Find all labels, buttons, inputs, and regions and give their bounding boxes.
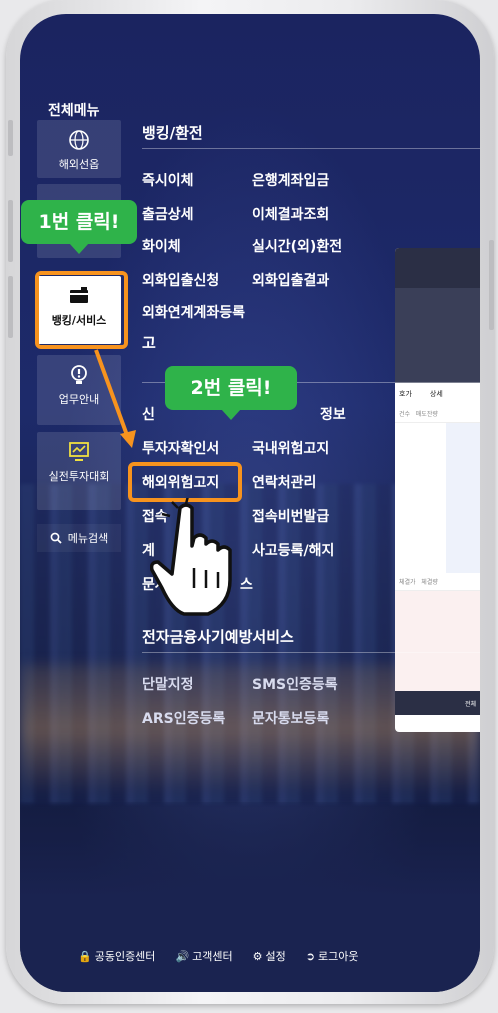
preview-tabs: 호가 상세 (395, 383, 480, 405)
preview-tab-quote: 호가 (399, 390, 412, 398)
home-indicator (200, 996, 300, 1000)
preview-header (395, 248, 480, 288)
preview-tab-detail: 상세 (429, 390, 443, 398)
preview-row: 건수 매도잔량 (395, 405, 480, 423)
customer-center-button[interactable]: 🔊 고객센터 (175, 948, 232, 964)
logout-button[interactable]: ➲ 로그아웃 (306, 948, 359, 964)
menu-item-service[interactable]: 스 (240, 574, 253, 594)
globe-icon (69, 130, 89, 150)
callout-step1: 1번 클릭! (21, 200, 137, 254)
customer-center-label: 고객센터 (192, 950, 233, 963)
preview-table-2 (395, 591, 480, 691)
volume-down-button (8, 276, 13, 338)
category-label: 업무안내 (58, 393, 100, 406)
menu-item-sms-notice[interactable]: 문자통보등록 (252, 708, 329, 728)
menu-item-realtime-exchange[interactable]: 실시간(외)환전 (252, 236, 342, 256)
menu-item-info[interactable]: 정보 (320, 404, 346, 424)
lock-icon: 🔒 (78, 950, 92, 963)
menu-item-ars-auth[interactable]: ARS인증등록 (142, 708, 225, 728)
menu-item-access-password[interactable]: 접속비번발급 (252, 506, 329, 526)
section-title-fraud-prevention: 전자금융사기예방서비스 (142, 628, 294, 646)
menu-search-button[interactable]: 메뉴검색 (37, 524, 121, 552)
menu-search-label: 메뉴검색 (67, 532, 109, 545)
pointer-hand-icon (150, 498, 232, 616)
logout-icon: ➲ (305, 950, 315, 963)
highlight-banking-service (35, 271, 128, 349)
category-label: 해외선옵 (58, 158, 100, 171)
section-title-banking: 뱅킹/환전 (142, 124, 203, 142)
search-icon (50, 532, 62, 544)
volume-up-button (8, 200, 13, 262)
logout-label: 로그아웃 (317, 950, 359, 963)
app-screen: 호가 상세 건수 매도잔량 체결가 체결량 전체 전체메뉴 해외선옵 뱅킹/서비… (20, 14, 480, 992)
preview-footer-btn: 전체 (464, 701, 476, 708)
gear-icon: ⚙ (252, 950, 263, 963)
menu-item-bank-deposit[interactable]: 은행계좌입금 (252, 170, 329, 190)
category-label: 실전투자대회 (48, 470, 110, 483)
menu-title: 전체메뉴 (48, 103, 100, 119)
menu-item-fx-inout-request[interactable]: 외화입출신청 (142, 270, 219, 290)
menu-item-fx-transfer[interactable]: 화이체 (142, 236, 181, 256)
preview-row: 체결가 체결량 (395, 573, 480, 591)
preview-cell: 매도잔량 (415, 411, 438, 418)
preview-panel (395, 288, 480, 383)
preview-cell: 체결가 (399, 579, 416, 586)
category-trading-contest[interactable]: 실전투자대회 (37, 432, 121, 510)
menu-item-sms-auth[interactable]: SMS인증등록 (252, 674, 338, 694)
divider (142, 148, 480, 149)
menu-item-accident-register[interactable]: 사고등록/해지 (252, 540, 334, 560)
menu-item-domestic-risk-notice[interactable]: 국내위험고지 (252, 438, 329, 458)
divider (142, 652, 480, 653)
lightbulb-icon (71, 365, 87, 384)
menu-item-device-designate[interactable]: 단말지정 (142, 674, 194, 694)
category-overseas-futures[interactable]: 해외선옵 (37, 120, 121, 178)
mute-switch (8, 120, 13, 156)
menu-item-investor-confirm[interactable]: 투자자확인서 (142, 438, 219, 458)
settings-button[interactable]: ⚙ 설정 (253, 948, 286, 964)
menu-item-withdraw-detail[interactable]: 출금상세 (142, 204, 194, 224)
menu-item-instant-transfer[interactable]: 즉시이체 (142, 170, 194, 190)
speaker-icon: 🔊 (175, 950, 190, 963)
menu-item-transfer-result[interactable]: 이체결과조회 (252, 204, 329, 224)
cert-center-label: 공동인증센터 (94, 950, 156, 963)
power-button (489, 240, 494, 330)
cert-center-button[interactable]: 🔒 공동인증센터 (78, 948, 155, 964)
highlight-overseas-risk-notice (128, 462, 242, 502)
monitor-chart-icon (69, 442, 89, 461)
menu-item-fx-inout-result[interactable]: 외화입출결과 (252, 270, 329, 290)
bottom-bar: 🔒 공동인증센터 🔊 고객센터 ⚙ 설정 ➲ 로그아웃 (78, 948, 358, 964)
category-business-info[interactable]: 업무안내 (37, 355, 121, 425)
settings-label: 설정 (265, 950, 286, 963)
menu-item-credit[interactable]: 신 (142, 404, 155, 424)
preview-cell: 체결량 (421, 579, 438, 586)
preview-table (395, 423, 480, 573)
callout-step2: 2번 클릭! (165, 366, 297, 420)
background-app-preview: 호가 상세 건수 매도잔량 체결가 체결량 전체 (395, 248, 480, 732)
menu-item-contact-manage[interactable]: 연락처관리 (252, 472, 316, 492)
section-title-customer: 고 (142, 334, 156, 352)
preview-cell: 건수 (399, 411, 411, 418)
menu-item-fx-linked-account[interactable]: 외화연계계좌등록 (142, 302, 245, 322)
preview-footer: 전체 (395, 691, 480, 715)
